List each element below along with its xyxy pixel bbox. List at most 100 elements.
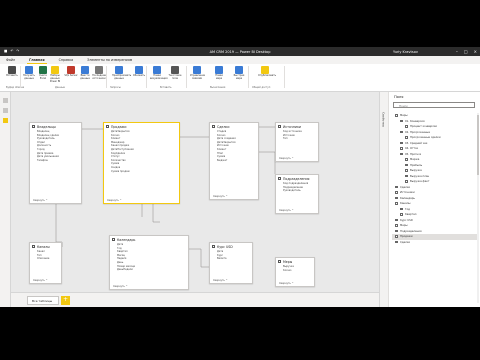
model-view-icon[interactable]	[3, 118, 8, 123]
user-name[interactable]: Yuriy Kravtsov	[393, 50, 418, 54]
ribbon-button[interactable]: Новая визуализация	[150, 66, 168, 81]
ribbon-button[interactable]: Вставить	[5, 66, 19, 78]
checkbox-icon[interactable]	[405, 169, 408, 172]
table-card-header[interactable]: Курс USD	[210, 243, 252, 250]
collapse-button[interactable]: Свернуть ^	[279, 157, 294, 160]
tab-measure-tools[interactable]: Элементы по измерениям	[85, 57, 134, 63]
table-field[interactable]: Телефон	[30, 159, 81, 163]
checkbox-icon[interactable]	[405, 136, 408, 139]
fields-search-input[interactable]: Поиск	[393, 102, 475, 108]
table-card-header[interactable]: Владельцы	[30, 123, 81, 130]
table-card[interactable]: Меры Выручка Кол-во Свернуть ^	[275, 257, 315, 287]
table-field[interactable]: Бюджет	[210, 159, 258, 163]
data-view-icon[interactable]	[3, 108, 8, 113]
table-card-header[interactable]: Каналы	[30, 243, 61, 250]
table-card[interactable]: Продажи ДатаЗакрытия Кол-во Клиент Менеджер К…	[103, 122, 180, 204]
table-field[interactable]: Описание	[30, 257, 61, 261]
relationship-line	[55, 204, 63, 247]
checkbox-icon[interactable]	[400, 119, 403, 123]
checkbox-icon[interactable]	[395, 196, 398, 200]
table-field[interactable]: Руководитель	[276, 189, 318, 193]
checkbox-icon[interactable]	[405, 163, 408, 167]
page-tab-all-tables[interactable]: Все таблицы	[27, 295, 59, 305]
table-card[interactable]: Календарь Дата Год Квартал Месяц Неделя День Но…	[109, 235, 189, 290]
checkbox-icon[interactable]	[400, 213, 403, 216]
checkbox-icon[interactable]	[395, 229, 398, 233]
maximize-icon[interactable]: □	[464, 49, 468, 54]
collapse-button[interactable]: Свернуть ^	[107, 199, 122, 202]
table-card[interactable]: Владельцы Владелец Владелец сделки Руководи…	[29, 122, 82, 204]
checkbox-icon[interactable]	[395, 202, 398, 205]
table-field[interactable]: ДеньНедели	[110, 268, 188, 272]
checkbox-icon[interactable]	[405, 174, 408, 178]
table-card-header[interactable]: Календарь	[110, 236, 188, 243]
table-card-header[interactable]: Продажи	[104, 123, 179, 130]
table-field[interactable]: Кол-во	[276, 269, 314, 273]
tab-file[interactable]: Файл	[4, 57, 17, 63]
scrollbar-thumb[interactable]	[477, 115, 479, 175]
checkbox-icon[interactable]	[395, 191, 398, 194]
table-field[interactable]: Валюта	[210, 257, 252, 261]
minimize-icon[interactable]: –	[456, 49, 458, 54]
collapse-button[interactable]: Свернуть ^	[213, 279, 228, 282]
ribbon-button[interactable]: Опубликовать	[258, 66, 276, 78]
report-view-icon[interactable]	[3, 98, 8, 103]
ribbon-button[interactable]: Получить данные	[22, 66, 36, 81]
close-icon[interactable]: ×	[474, 49, 477, 54]
checkbox-icon[interactable]	[395, 235, 398, 238]
checkbox-icon[interactable]	[395, 185, 398, 189]
checkbox-icon[interactable]	[400, 152, 403, 156]
checkbox-icon[interactable]	[405, 125, 408, 128]
checkbox-icon[interactable]	[395, 114, 398, 117]
table-card-header[interactable]: Меры	[276, 258, 314, 265]
ribbon-button[interactable]: Обновить	[132, 66, 146, 78]
table-field[interactable]: Тип	[276, 137, 318, 141]
ribbon-button[interactable]: Быстрая мера	[232, 66, 246, 81]
ribbon-button-icon	[171, 66, 179, 74]
table-card[interactable]: Каналы Канал Тип Описание Свернуть ^	[29, 242, 62, 284]
ribbon-button[interactable]: Последние источники	[92, 66, 106, 81]
ribbon-button[interactable]: Ввести данные	[78, 66, 92, 81]
ribbon-button[interactable]: SQL Server	[64, 66, 78, 78]
ribbon-button[interactable]: Управление связями	[190, 66, 205, 81]
ribbon-button[interactable]: Преобразовать данные	[112, 66, 131, 81]
ribbon-button[interactable]: Наборы данных Power BI	[48, 66, 62, 83]
add-page-button[interactable]: +	[61, 295, 70, 305]
checkbox-icon[interactable]	[400, 141, 403, 145]
checkbox-icon[interactable]	[395, 218, 398, 222]
collapse-button[interactable]: Свернуть ^	[33, 199, 48, 202]
table-card[interactable]: Источники Код источника Источник Тип Свернут…	[275, 122, 319, 162]
checkbox-icon[interactable]	[405, 180, 408, 183]
ribbon-button[interactable]: Новая мера	[212, 66, 226, 81]
fields-scrollbar[interactable]	[477, 113, 479, 303]
tab-home[interactable]: Главная	[27, 57, 47, 64]
table-card[interactable]: Сделки Стадия Кол-во Дата создания ДатаЗакры…	[209, 122, 259, 200]
ribbon-button[interactable]: Текстовое поле	[168, 66, 182, 81]
collapse-button[interactable]: Свернуть ^	[33, 279, 48, 282]
ribbon-separator	[20, 66, 21, 88]
collapse-button[interactable]: Свернуть ^	[113, 285, 128, 288]
model-canvas[interactable]: Владельцы Владелец Владелец сделки Руководи…	[11, 92, 379, 292]
table-card-header[interactable]: Подразделения	[276, 175, 318, 182]
fields-tree-label: Выручка	[410, 169, 422, 173]
checkbox-icon[interactable]	[400, 147, 403, 150]
properties-vertical-tab[interactable]: Свойства	[380, 92, 389, 307]
ribbon-button-label: Новая мера	[215, 74, 223, 80]
table-card-header[interactable]: Сделки	[210, 123, 258, 130]
table-card[interactable]: Курс USD Дата Курс Валюта Свернуть ^	[209, 242, 253, 284]
title-bar: ■ ↶ ↷ AM CRM 2019 — Power BI Desktop Yur…	[0, 47, 480, 56]
collapse-button[interactable]: Свернуть ^	[213, 195, 228, 198]
table-card-header[interactable]: Источники	[276, 123, 318, 130]
checkbox-icon[interactable]	[400, 207, 403, 211]
collapse-button[interactable]: Свернуть ^	[279, 209, 294, 212]
checkbox-icon[interactable]	[395, 224, 398, 227]
checkbox-icon[interactable]	[400, 130, 403, 134]
fields-tree-item[interactable]: Сделки	[392, 240, 478, 246]
fields-tree-label: 01. Конверсия	[405, 119, 425, 123]
checkbox-icon[interactable]	[405, 158, 408, 161]
tab-help[interactable]: Справка	[57, 57, 76, 63]
table-field[interactable]: Сумма продаж	[104, 170, 179, 174]
checkbox-icon[interactable]	[395, 240, 398, 244]
collapse-button[interactable]: Свернуть ^	[279, 282, 294, 285]
table-card[interactable]: Подразделения Код подразделения Подразделе…	[275, 174, 319, 214]
